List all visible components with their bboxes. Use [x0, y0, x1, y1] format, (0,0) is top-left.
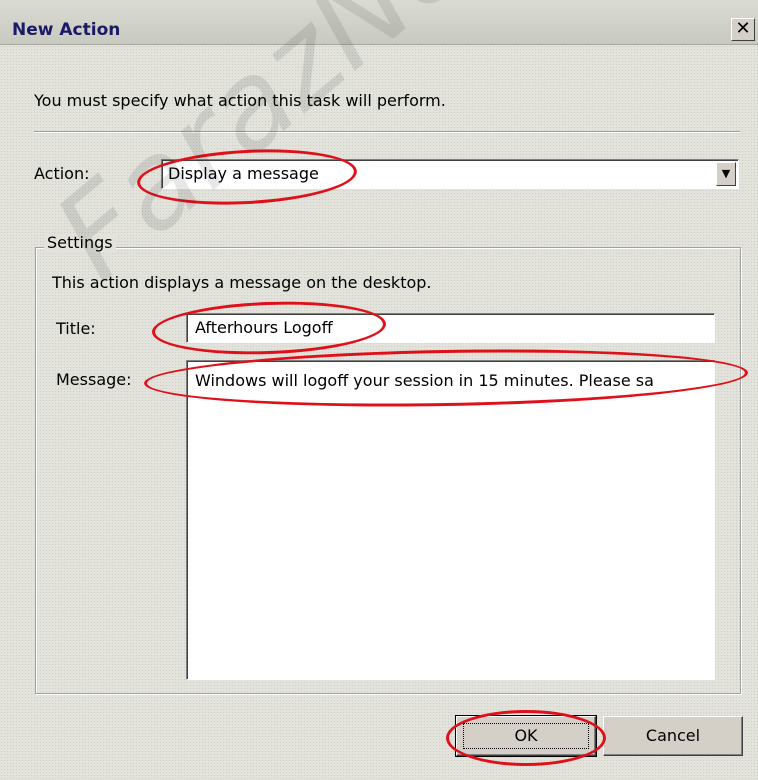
divider: [34, 131, 740, 133]
title-label: Title:: [56, 319, 96, 338]
instruction-text: You must specify what action this task w…: [34, 91, 446, 110]
chevron-down-icon[interactable]: ▼: [716, 162, 736, 186]
focus-rectangle: [463, 723, 589, 749]
message-field-value: Windows will logoff your session in 15 m…: [195, 371, 654, 390]
message-field[interactable]: Windows will logoff your session in 15 m…: [186, 360, 715, 680]
action-label: Action:: [34, 164, 90, 183]
ok-button[interactable]: OK: [455, 715, 597, 757]
title-field[interactable]: Afterhours Logoff: [186, 313, 715, 343]
window-title: New Action: [12, 20, 121, 40]
title-bar: New Action ✕: [0, 0, 758, 45]
settings-description: This action displays a message on the de…: [52, 273, 432, 292]
action-select-value: Display a message: [168, 164, 319, 183]
message-label: Message:: [56, 370, 132, 389]
title-field-value: Afterhours Logoff: [195, 318, 333, 337]
cancel-button-label: Cancel: [645, 726, 701, 745]
close-button[interactable]: ✕: [731, 18, 755, 41]
close-icon: ✕: [735, 18, 751, 39]
cancel-button[interactable]: Cancel: [603, 716, 743, 756]
settings-legend: Settings: [44, 233, 116, 252]
action-select[interactable]: Display a message ▼: [161, 159, 739, 189]
